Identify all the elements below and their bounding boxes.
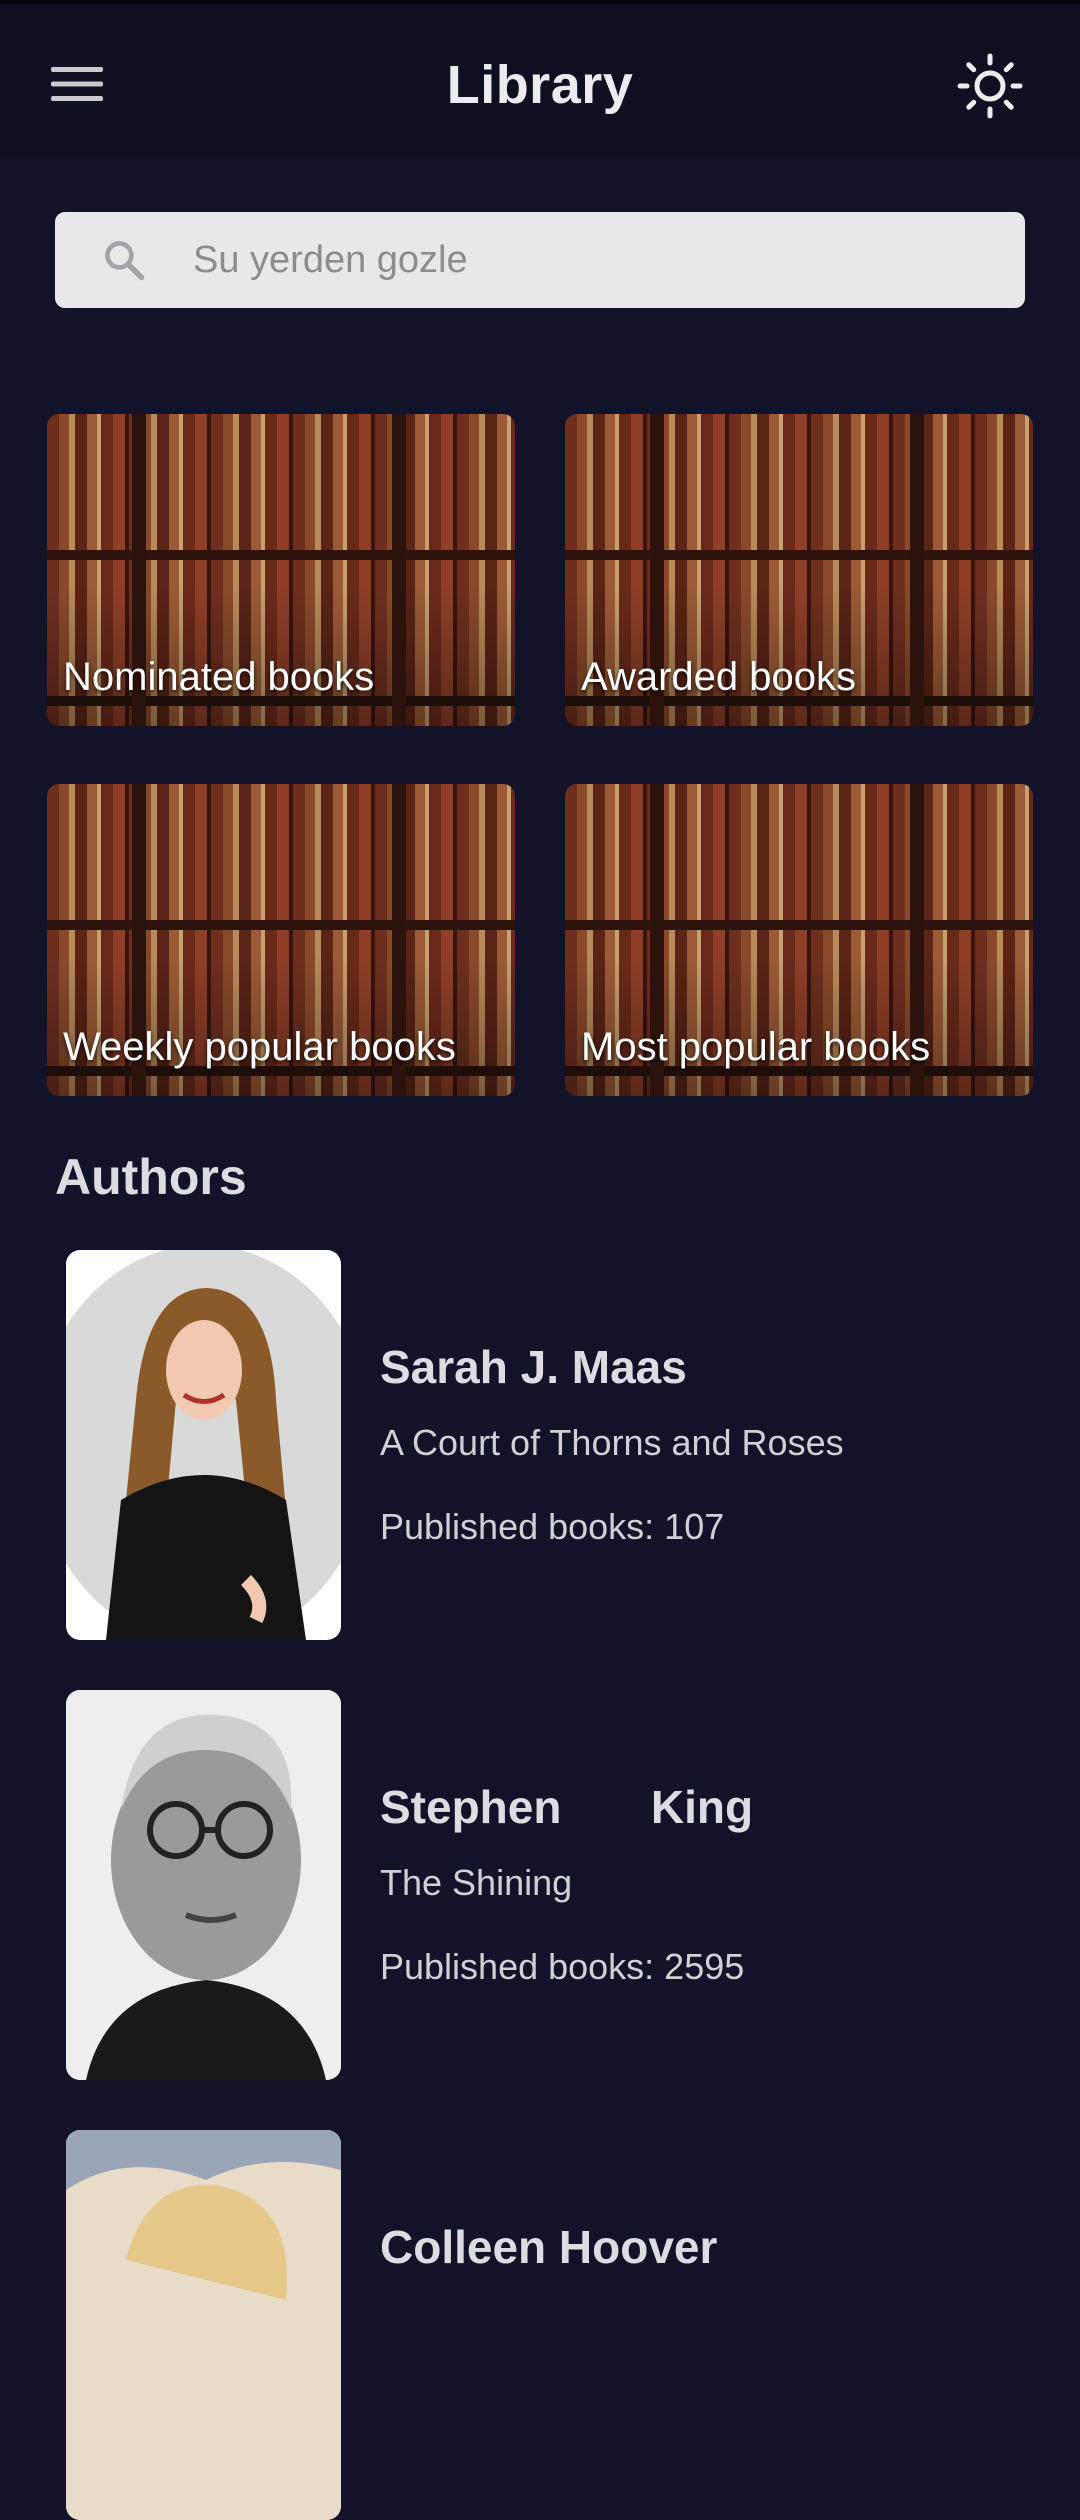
author-book: A Court of Thorns and Roses — [380, 1422, 844, 1463]
shelf-image-part — [392, 414, 406, 726]
page-title: Library — [446, 55, 634, 115]
category-label: Nominated books — [63, 655, 375, 699]
author-name: Stephen King — [380, 1781, 754, 1833]
author-photo — [66, 2130, 341, 2520]
search-bar — [55, 212, 1025, 308]
authors-heading: Authors — [55, 1149, 247, 1205]
author-book: The Shining — [380, 1862, 573, 1903]
author-published-count: Published books: 2595 — [380, 1946, 745, 1987]
author-photo — [66, 1690, 341, 2080]
sun-icon — [957, 53, 1023, 119]
category-card-most-popular[interactable]: Most popular books — [565, 784, 1033, 1096]
category-card-nominated[interactable]: Nominated books — [47, 414, 515, 726]
author-card[interactable]: Colleen Hoover — [66, 2130, 1026, 2520]
author-name: Sarah J. Maas — [380, 1341, 687, 1393]
category-card-weekly-popular[interactable]: Weekly popular books — [47, 784, 515, 1096]
theme-toggle-button[interactable] — [950, 46, 1030, 126]
category-label: Awarded books — [581, 655, 856, 699]
search-icon[interactable] — [99, 235, 149, 285]
search-input[interactable] — [191, 237, 975, 283]
shelf-image-part — [910, 414, 924, 726]
category-card-awarded[interactable]: Awarded books — [565, 414, 1033, 726]
author-photo — [66, 1250, 341, 1640]
author-name: Colleen Hoover — [380, 2221, 718, 2273]
app-bar: Library — [0, 0, 1080, 158]
category-label: Weekly popular books — [63, 1025, 456, 1069]
author-published-count: Published books: 107 — [380, 1506, 725, 1547]
author-card[interactable]: Stephen King The Shining Published books… — [66, 1690, 1026, 2080]
author-card[interactable]: Sarah J. Maas A Court of Thorns and Rose… — [66, 1250, 1026, 1640]
category-label: Most popular books — [581, 1025, 931, 1069]
